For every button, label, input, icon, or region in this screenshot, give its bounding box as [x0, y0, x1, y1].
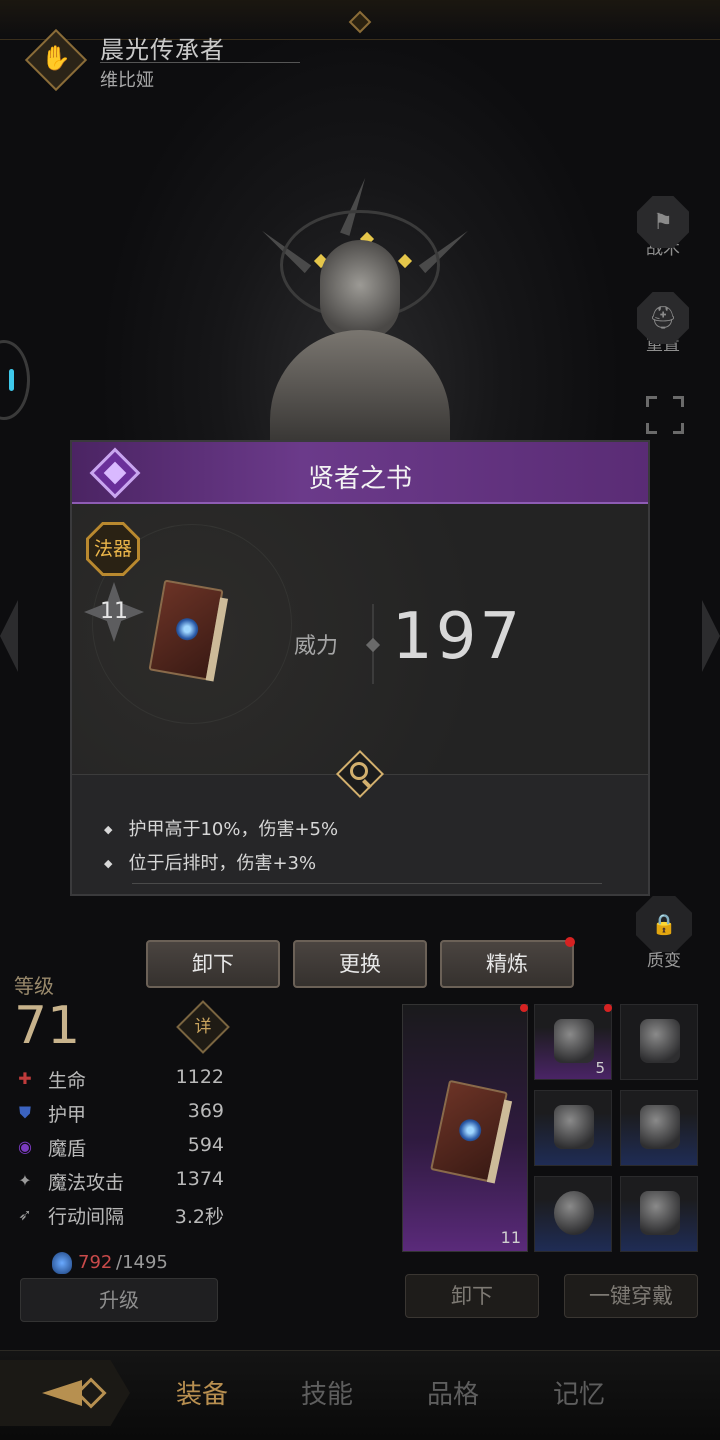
effect-line-1: 护甲高于10%，伤害+5%	[104, 815, 338, 841]
shield-icon: ⛊	[18, 1103, 31, 1122]
unequip-all-button[interactable]: 卸下	[405, 1274, 539, 1318]
boots-slot[interactable]	[620, 1176, 698, 1252]
stat-value: 3.2秒	[174, 1206, 224, 1228]
stat-name: 魔盾	[48, 1138, 87, 1160]
reset-button[interactable]: ⛑ 重置	[628, 292, 698, 355]
item-level: 11	[100, 599, 128, 624]
ring-slot[interactable]	[534, 1176, 612, 1252]
item-type-badge: 法器	[86, 522, 140, 576]
weapon-notification-dot	[520, 1004, 528, 1012]
item-level-badge: 11	[84, 582, 144, 642]
level-label: 等级	[14, 974, 54, 998]
item-header: 贤者之书	[72, 442, 648, 504]
helmet-notification-dot	[604, 1004, 612, 1012]
prev-character-arrow-icon[interactable]	[0, 600, 18, 672]
character-name: 维比娅	[100, 70, 154, 91]
health-cross-icon: ✚	[18, 1069, 32, 1088]
effect-line-2: 位于后排时，伤害+3%	[104, 849, 316, 875]
class-emblem-icon: ✋	[24, 28, 88, 92]
gauntlet-icon	[554, 1105, 594, 1149]
stat-name: 魔法攻击	[48, 1172, 125, 1194]
tactics-button[interactable]: ⚑ 战术	[628, 196, 698, 259]
upgrade-button[interactable]: 升级	[20, 1278, 218, 1322]
belt-slot[interactable]	[620, 1090, 698, 1166]
helmet-slot[interactable]: 5	[534, 1004, 612, 1080]
ring-icon	[554, 1191, 594, 1235]
stat-name: 行动间隔	[48, 1206, 125, 1228]
wing-icon: ➶	[18, 1205, 32, 1224]
tab-skills[interactable]: 技能	[301, 1374, 353, 1411]
item-name: 贤者之书	[307, 464, 412, 494]
stat-name: 生命	[48, 1070, 87, 1092]
stat-value: 594	[187, 1134, 224, 1156]
exp-max: /1495	[116, 1252, 168, 1273]
detail-label: 详	[194, 1017, 212, 1037]
stat-row-magic-attack: ✦ 魔法攻击 1374	[14, 1168, 224, 1196]
stat-row-action-interval: ➶ 行动间隔 3.2秒	[14, 1202, 224, 1230]
stat-value: 369	[187, 1100, 224, 1122]
character-title: 晨光传承者	[100, 36, 225, 64]
exp-potion-icon	[52, 1252, 72, 1274]
helmet-count: 5	[595, 1059, 605, 1077]
chest-armor-icon	[640, 1019, 680, 1063]
helmet-icon	[554, 1019, 594, 1063]
tab-equipment[interactable]: 装备	[176, 1374, 228, 1411]
stat-value: 1374	[175, 1168, 224, 1190]
fullscreen-icon[interactable]	[645, 395, 685, 435]
refine-button[interactable]: 精炼	[440, 940, 574, 988]
weapon-level: 11	[500, 1228, 521, 1247]
item-type-label: 法器	[89, 525, 137, 573]
magnifier-icon	[350, 762, 368, 780]
exp-current: 792	[78, 1252, 113, 1273]
gloves-slot[interactable]	[534, 1090, 612, 1166]
tab-memory[interactable]: 记忆	[553, 1374, 605, 1411]
belt-icon	[640, 1105, 680, 1149]
item-body: 法器 11 威力 197	[72, 504, 648, 774]
stat-row-health: ✚ 生命 1122	[14, 1066, 224, 1094]
inspect-magnifier-button[interactable]	[334, 748, 386, 800]
power-label: 威力	[294, 634, 339, 659]
one-click-equip-button[interactable]: 一键穿戴	[564, 1274, 698, 1318]
stat-name: 护甲	[48, 1104, 87, 1126]
stat-value: 1122	[175, 1066, 224, 1088]
chest-slot[interactable]	[620, 1004, 698, 1080]
home-back-button[interactable]	[0, 1360, 130, 1426]
power-divider	[372, 604, 374, 684]
header-divider	[100, 62, 300, 63]
greaves-icon	[640, 1191, 680, 1235]
tab-character[interactable]: 品格	[427, 1374, 479, 1411]
stat-row-armor: ⛊ 护甲 369	[14, 1100, 224, 1128]
unequip-button[interactable]: 卸下	[146, 940, 280, 988]
next-character-arrow-icon[interactable]	[702, 600, 720, 672]
effects-underline	[132, 883, 602, 884]
refine-notification-dot	[565, 937, 575, 947]
magic-attack-icon: ✦	[18, 1171, 32, 1190]
magic-shield-icon: ◉	[18, 1137, 32, 1156]
quality-change-button[interactable]: 🔒 质变	[626, 896, 702, 971]
character-portrait	[250, 176, 472, 440]
lock-icon: 🔒	[636, 896, 692, 952]
power-value: 197	[392, 600, 524, 674]
item-detail-popup: 贤者之书 法器 11 威力 197 护甲高于10%，伤害+5% 位于后排时，伤害…	[70, 440, 650, 896]
level-value: 71	[14, 996, 81, 1056]
replace-button[interactable]: 更换	[293, 940, 427, 988]
weapon-slot[interactable]: 11	[402, 1004, 528, 1252]
stat-row-magic-shield: ◉ 魔盾 594	[14, 1134, 224, 1162]
sage-book-icon	[430, 1079, 513, 1184]
